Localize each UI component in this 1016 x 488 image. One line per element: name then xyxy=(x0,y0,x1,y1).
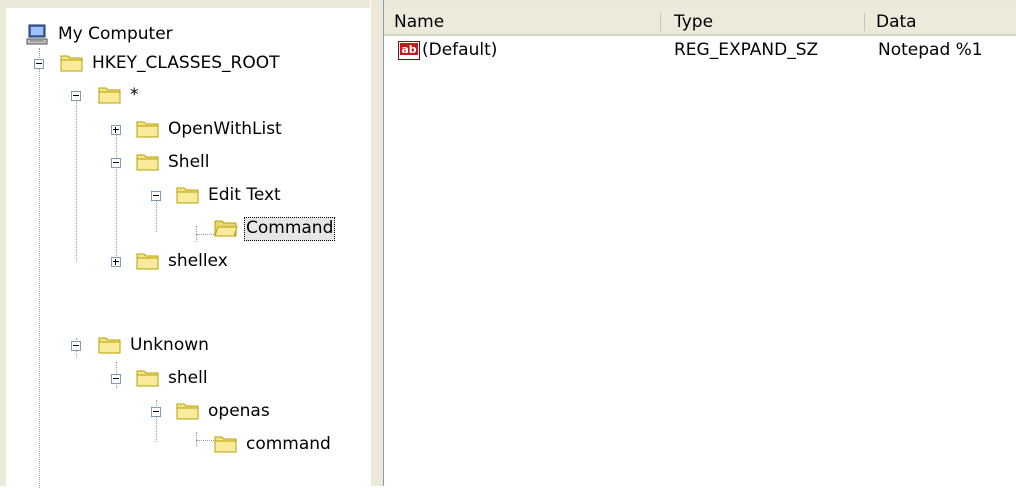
top-strip xyxy=(370,0,1016,8)
tree-connector xyxy=(76,96,77,262)
tree-item-openas[interactable]: openas xyxy=(206,400,272,424)
value-type: REG_EXPAND_SZ xyxy=(674,40,819,60)
tree-connector xyxy=(116,128,117,262)
folder-icon xyxy=(136,370,159,387)
registry-editor-window: My Computer HKEY_CLASSES_ROOT * OpenWith… xyxy=(0,0,1016,488)
folder-icon xyxy=(98,337,121,354)
tree-connector xyxy=(196,432,197,446)
column-header-bar: Name Type Data xyxy=(384,8,1016,36)
expand-toggle[interactable] xyxy=(111,257,121,267)
tree-connector xyxy=(39,48,40,488)
folder-icon xyxy=(176,187,199,204)
value-row[interactable]: ab (Default) REG_EXPAND_SZ Notepad %1 xyxy=(384,36,1016,62)
column-divider[interactable] xyxy=(660,13,661,31)
tree-item-openwithlist[interactable]: OpenWithList xyxy=(166,118,284,142)
values-list-pane[interactable]: Name Type Data ab (Default) REG_EXPAND_S… xyxy=(384,8,1016,486)
tree-item-command-selected[interactable]: Command xyxy=(244,217,336,241)
collapse-toggle[interactable] xyxy=(111,374,121,384)
collapse-toggle[interactable] xyxy=(34,59,44,69)
column-header-data[interactable]: Data xyxy=(866,8,1016,34)
folder-icon xyxy=(98,87,121,104)
tree-item-command-lower[interactable]: command xyxy=(244,433,333,457)
tree-item-hkey-classes-root[interactable]: HKEY_CLASSES_ROOT xyxy=(90,52,282,76)
collapse-toggle[interactable] xyxy=(71,341,81,351)
tree-connector xyxy=(196,440,214,441)
ab-string-icon: ab xyxy=(398,41,420,60)
folder-icon xyxy=(176,403,199,420)
pane-splitter[interactable] xyxy=(370,0,384,486)
tree-item-unknown[interactable]: Unknown xyxy=(128,334,211,358)
collapse-toggle[interactable] xyxy=(111,158,121,168)
folder-icon xyxy=(214,436,237,453)
tree-item-shell-lower[interactable]: shell xyxy=(166,367,210,391)
computer-icon xyxy=(26,24,48,45)
tree-item-shellex[interactable]: shellex xyxy=(166,250,230,274)
expand-toggle[interactable] xyxy=(111,125,121,135)
open-folder-icon xyxy=(214,220,238,237)
folder-icon xyxy=(60,55,83,72)
tree-item-shell[interactable]: Shell xyxy=(166,151,211,175)
svg-text:ab: ab xyxy=(401,43,416,56)
key-tree-pane[interactable]: My Computer HKEY_CLASSES_ROOT * OpenWith… xyxy=(0,0,370,488)
tree-connector xyxy=(196,234,214,235)
tree-root-label[interactable]: My Computer xyxy=(56,23,175,47)
collapse-toggle[interactable] xyxy=(151,191,161,201)
folder-icon xyxy=(136,253,159,270)
column-divider[interactable] xyxy=(864,13,865,31)
tree-item-star[interactable]: * xyxy=(128,84,141,108)
collapse-toggle[interactable] xyxy=(151,407,161,417)
value-name: (Default) xyxy=(422,40,498,60)
value-data: Notepad %1 xyxy=(878,40,983,60)
collapse-toggle[interactable] xyxy=(71,91,81,101)
column-header-type[interactable]: Type xyxy=(664,8,864,34)
folder-icon xyxy=(136,121,159,138)
tree-item-edit-text[interactable]: Edit Text xyxy=(206,184,283,208)
column-header-name[interactable]: Name xyxy=(384,8,660,34)
folder-icon xyxy=(136,154,159,171)
